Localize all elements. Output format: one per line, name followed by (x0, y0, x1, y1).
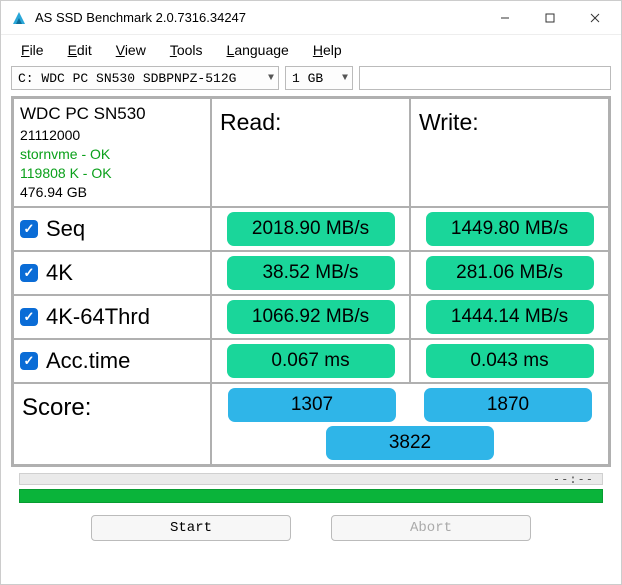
progress-bar (19, 489, 603, 503)
menu-edit[interactable]: Edit (58, 39, 102, 61)
checkbox-seq[interactable]: ✓ (20, 220, 38, 238)
progress-area: --:-- (19, 473, 603, 503)
header-write: Write: (410, 98, 609, 207)
drive-model: WDC PC SN530 (20, 103, 204, 126)
chevron-down-icon: ▼ (342, 73, 348, 84)
drive-info: WDC PC SN530 21112000 stornvme - OK 1198… (13, 98, 211, 207)
acc-write-cell: 0.043 ms (410, 339, 609, 383)
row-seq: ✓ Seq (13, 207, 211, 251)
acc-read-cell: 0.067 ms (211, 339, 410, 383)
menu-tools[interactable]: Tools (160, 39, 213, 61)
row-4k-label: 4K (46, 260, 73, 286)
row-seq-label: Seq (46, 216, 85, 242)
fourk64-read-cell: 1066.92 MB/s (211, 295, 410, 339)
score-read: 1307 (228, 388, 396, 422)
titlebar: AS SSD Benchmark 2.0.7316.34247 (1, 1, 621, 35)
menu-help[interactable]: Help (303, 39, 352, 61)
checkbox-acc[interactable]: ✓ (20, 352, 38, 370)
seq-write-value: 1449.80 MB/s (426, 212, 594, 246)
progress-track: --:-- (19, 473, 603, 485)
drive-firmware: 21112000 (20, 126, 204, 145)
score-area: 1307 1870 3822 (211, 383, 609, 465)
results-grid: WDC PC SN530 21112000 stornvme - OK 1198… (11, 96, 611, 467)
abort-button[interactable]: Abort (331, 515, 531, 541)
window-title: AS SSD Benchmark 2.0.7316.34247 (35, 10, 482, 25)
seq-write-cell: 1449.80 MB/s (410, 207, 609, 251)
fourk64-write-value: 1444.14 MB/s (426, 300, 594, 334)
size-select-value: 1 GB (292, 71, 323, 86)
window-controls (482, 1, 617, 34)
drive-select-value: C: WDC PC SN530 SDBPNPZ-512G (18, 71, 236, 86)
fourk64-read-value: 1066.92 MB/s (227, 300, 395, 334)
drive-select[interactable]: C: WDC PC SN530 SDBPNPZ-512G ▼ (11, 66, 279, 90)
app-window: AS SSD Benchmark 2.0.7316.34247 File Edi… (0, 0, 622, 585)
driver-status: stornvme - OK (20, 145, 204, 164)
fourk64-write-cell: 1444.14 MB/s (410, 295, 609, 339)
app-icon (11, 10, 27, 26)
acc-read-value: 0.067 ms (227, 344, 395, 378)
menu-file[interactable]: File (11, 39, 54, 61)
start-button[interactable]: Start (91, 515, 291, 541)
row-acc: ✓ Acc.time (13, 339, 211, 383)
seq-read-value: 2018.90 MB/s (227, 212, 395, 246)
acc-write-value: 0.043 ms (426, 344, 594, 378)
menu-view[interactable]: View (106, 39, 156, 61)
maximize-button[interactable] (527, 1, 572, 34)
close-button[interactable] (572, 1, 617, 34)
seq-read-cell: 2018.90 MB/s (211, 207, 410, 251)
score-label: Score: (13, 383, 211, 465)
text-input[interactable] (359, 66, 611, 90)
checkbox-4k[interactable]: ✓ (20, 264, 38, 282)
fourk-write-cell: 281.06 MB/s (410, 251, 609, 295)
toolbar: C: WDC PC SN530 SDBPNPZ-512G ▼ 1 GB ▼ (1, 63, 621, 96)
fourk-write-value: 281.06 MB/s (426, 256, 594, 290)
alignment-status: 119808 K - OK (20, 164, 204, 183)
drive-capacity: 476.94 GB (20, 183, 204, 202)
button-row: Start Abort (1, 515, 621, 541)
score-total: 3822 (326, 426, 494, 460)
fourk-read-value: 38.52 MB/s (227, 256, 395, 290)
menu-language[interactable]: Language (217, 39, 299, 61)
minimize-button[interactable] (482, 1, 527, 34)
score-write: 1870 (424, 388, 592, 422)
row-4k64-label: 4K-64Thrd (46, 304, 150, 330)
header-read: Read: (211, 98, 410, 207)
progress-time: --:-- (553, 472, 594, 486)
size-select[interactable]: 1 GB ▼ (285, 66, 353, 90)
chevron-down-icon: ▼ (268, 73, 274, 84)
row-4k64: ✓ 4K-64Thrd (13, 295, 211, 339)
fourk-read-cell: 38.52 MB/s (211, 251, 410, 295)
menubar: File Edit View Tools Language Help (1, 35, 621, 63)
row-acc-label: Acc.time (46, 348, 130, 374)
row-4k: ✓ 4K (13, 251, 211, 295)
checkbox-4k64[interactable]: ✓ (20, 308, 38, 326)
